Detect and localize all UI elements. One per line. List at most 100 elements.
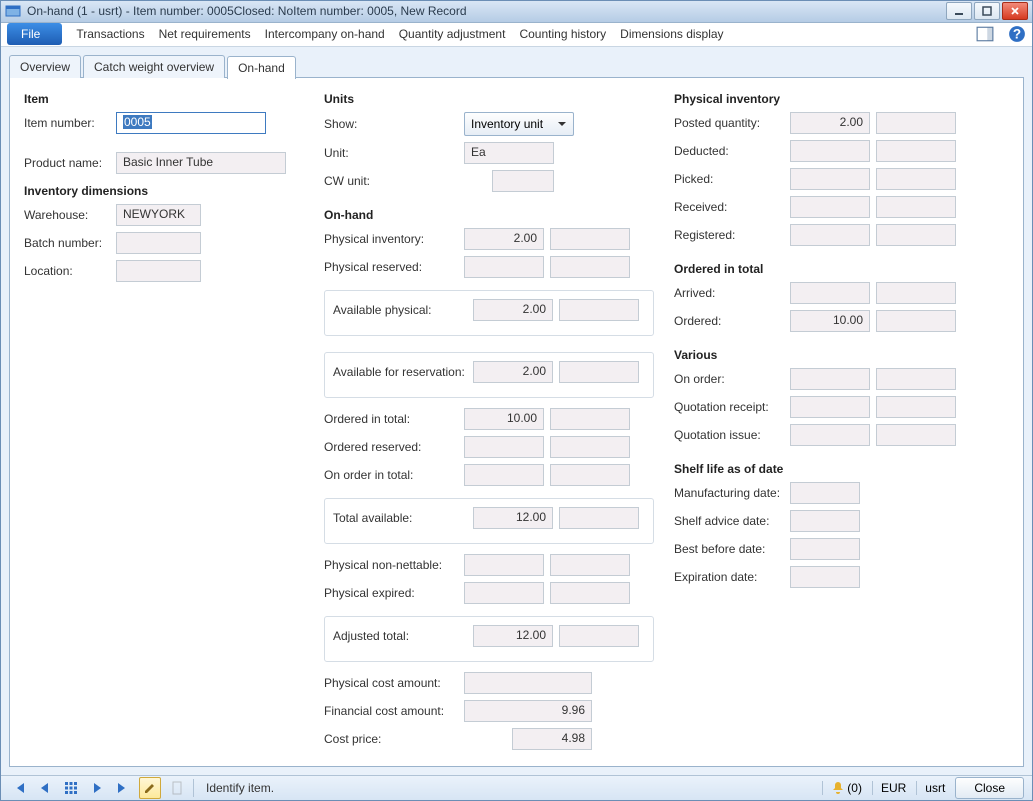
available-reservation-box: Available for reservation: 2.00 xyxy=(324,352,654,398)
total-available-field2[interactable] xyxy=(559,507,639,529)
financial-cost-amount-field[interactable]: 9.96 xyxy=(464,700,592,722)
next-record-button[interactable] xyxy=(87,778,107,798)
physical-non-nettable-field[interactable] xyxy=(464,554,544,576)
picked-field[interactable] xyxy=(790,168,870,190)
tab-overview[interactable]: Overview xyxy=(9,55,81,78)
on-order-field2[interactable] xyxy=(876,368,956,390)
cw-unit-field[interactable] xyxy=(492,170,554,192)
shelf-advice-date-label: Shelf advice date: xyxy=(674,514,790,528)
edit-button[interactable] xyxy=(139,777,161,799)
registered-field2[interactable] xyxy=(876,224,956,246)
adjusted-total-label: Adjusted total: xyxy=(333,629,473,643)
item-number-field[interactable]: 0005 xyxy=(116,112,266,134)
physical-reserved-field2[interactable] xyxy=(550,256,630,278)
close-button[interactable]: Close xyxy=(955,777,1024,799)
physical-reserved-field[interactable] xyxy=(464,256,544,278)
quotation-receipt-field[interactable] xyxy=(790,396,870,418)
ordered-label: Ordered: xyxy=(674,314,790,328)
ordered-reserved-field2[interactable] xyxy=(550,436,630,458)
physical-non-nettable-field2[interactable] xyxy=(550,554,630,576)
first-record-button[interactable] xyxy=(9,778,29,798)
available-reservation-label: Available for reservation: xyxy=(333,365,473,379)
shelf-life-heading: Shelf life as of date xyxy=(674,462,974,476)
ordered-reserved-field[interactable] xyxy=(464,436,544,458)
show-select[interactable]: Inventory unit xyxy=(464,112,574,136)
various-heading: Various xyxy=(674,348,974,362)
status-user: usrt xyxy=(916,781,945,795)
arrived-field2[interactable] xyxy=(876,282,956,304)
warehouse-field[interactable]: NEWYORK xyxy=(116,204,201,226)
posted-quantity-field2[interactable] xyxy=(876,112,956,134)
prev-record-button[interactable] xyxy=(35,778,55,798)
cost-price-field[interactable]: 4.98 xyxy=(512,728,592,750)
cost-price-label: Cost price: xyxy=(324,732,464,746)
received-field[interactable] xyxy=(790,196,870,218)
ordered-field[interactable]: 10.00 xyxy=(790,310,870,332)
adjusted-total-field[interactable]: 12.00 xyxy=(473,625,553,647)
file-menu[interactable]: File xyxy=(7,23,62,45)
tab-catch-weight[interactable]: Catch weight overview xyxy=(83,55,225,78)
quotation-issue-field2[interactable] xyxy=(876,424,956,446)
help-icon[interactable]: ? xyxy=(1008,25,1026,43)
shelf-advice-date-field[interactable] xyxy=(790,510,860,532)
menu-intercompany-onhand[interactable]: Intercompany on-hand xyxy=(265,27,385,41)
ordered-field2[interactable] xyxy=(876,310,956,332)
adjusted-total-field2[interactable] xyxy=(559,625,639,647)
tab-on-hand[interactable]: On-hand xyxy=(227,56,296,79)
available-physical-field[interactable]: 2.00 xyxy=(473,299,553,321)
on-order-field[interactable] xyxy=(790,368,870,390)
notification-bell[interactable]: (0) xyxy=(822,781,862,795)
deducted-field2[interactable] xyxy=(876,140,956,162)
menu-quantity-adjustment[interactable]: Quantity adjustment xyxy=(399,27,506,41)
available-physical-field2[interactable] xyxy=(559,299,639,321)
picked-field2[interactable] xyxy=(876,168,956,190)
close-window-button[interactable] xyxy=(1002,2,1028,20)
grid-button[interactable] xyxy=(61,778,81,798)
received-field2[interactable] xyxy=(876,196,956,218)
available-reservation-field2[interactable] xyxy=(559,361,639,383)
last-record-button[interactable] xyxy=(113,778,133,798)
total-available-field[interactable]: 12.00 xyxy=(473,507,553,529)
minimize-button[interactable] xyxy=(946,2,972,20)
quotation-issue-field[interactable] xyxy=(790,424,870,446)
unit-field[interactable]: Ea xyxy=(464,142,554,164)
physical-cost-amount-field[interactable] xyxy=(464,672,592,694)
on-order-in-total-field[interactable] xyxy=(464,464,544,486)
panel-icon[interactable] xyxy=(976,25,994,43)
physical-expired-label: Physical expired: xyxy=(324,586,464,600)
physical-inventory-label: Physical inventory: xyxy=(324,232,464,246)
menu-counting-history[interactable]: Counting history xyxy=(519,27,606,41)
quotation-issue-label: Quotation issue: xyxy=(674,428,790,442)
tab-strip: Overview Catch weight overview On-hand xyxy=(9,55,1024,78)
quotation-receipt-field2[interactable] xyxy=(876,396,956,418)
physical-inventory-field2[interactable] xyxy=(550,228,630,250)
product-name-field[interactable]: Basic Inner Tube xyxy=(116,152,286,174)
ordered-in-total-field[interactable]: 10.00 xyxy=(464,408,544,430)
arrived-field[interactable] xyxy=(790,282,870,304)
available-reservation-field[interactable]: 2.00 xyxy=(473,361,553,383)
deducted-field[interactable] xyxy=(790,140,870,162)
best-before-date-label: Best before date: xyxy=(674,542,790,556)
menu-dimensions-display[interactable]: Dimensions display xyxy=(620,27,723,41)
location-label: Location: xyxy=(24,264,116,278)
on-order-in-total-field2[interactable] xyxy=(550,464,630,486)
best-before-date-field[interactable] xyxy=(790,538,860,560)
ordered-in-total-field2[interactable] xyxy=(550,408,630,430)
location-field[interactable] xyxy=(116,260,201,282)
show-value: Inventory unit xyxy=(471,117,543,131)
maximize-button[interactable] xyxy=(974,2,1000,20)
manufacturing-date-field[interactable] xyxy=(790,482,860,504)
physical-inventory-field[interactable]: 2.00 xyxy=(464,228,544,250)
expiration-date-field[interactable] xyxy=(790,566,860,588)
unit-label: Unit: xyxy=(324,146,464,160)
picked-label: Picked: xyxy=(674,172,790,186)
registered-field[interactable] xyxy=(790,224,870,246)
physical-expired-field[interactable] xyxy=(464,582,544,604)
menu-transactions[interactable]: Transactions xyxy=(76,27,144,41)
physical-expired-field2[interactable] xyxy=(550,582,630,604)
attachment-icon[interactable] xyxy=(167,778,187,798)
batch-number-field[interactable] xyxy=(116,232,201,254)
status-right: (0) EUR usrt Close xyxy=(822,777,1024,799)
posted-quantity-field[interactable]: 2.00 xyxy=(790,112,870,134)
menu-net-requirements[interactable]: Net requirements xyxy=(159,27,251,41)
